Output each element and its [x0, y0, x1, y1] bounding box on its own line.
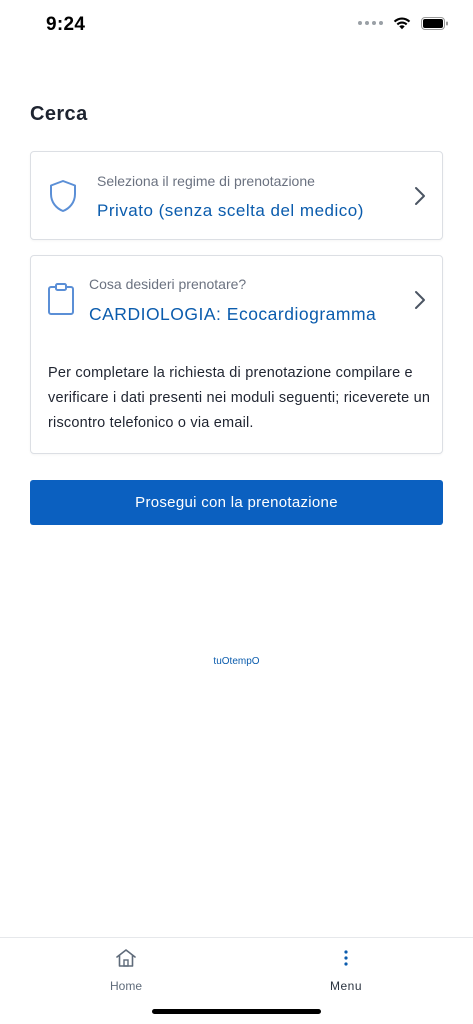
more-vertical-icon: [344, 950, 348, 966]
tab-home-label: Home: [109, 979, 142, 993]
chevron-right-icon[interactable]: [414, 290, 426, 310]
status-bar: 9:24: [0, 0, 473, 50]
home-indicator: [152, 1009, 321, 1014]
booking-regime-label: Seleziona il regime di prenotazione: [97, 173, 315, 189]
wifi-icon: [393, 17, 411, 30]
brand-logo: tuOtempO: [213, 656, 260, 667]
home-icon: [116, 949, 136, 967]
booking-service-value[interactable]: CARDIOLOGIA: Ecocardiogramma: [89, 304, 376, 325]
booking-service-label[interactable]: Cosa desideri prenotare?: [89, 276, 246, 292]
booking-regime-card[interactable]: Seleziona il regime di prenotazione Priv…: [30, 151, 443, 240]
tab-menu[interactable]: Menu: [301, 948, 391, 993]
shield-icon: [50, 180, 76, 212]
continue-booking-button[interactable]: Prosegui con la prenotazione: [30, 480, 443, 525]
tab-home[interactable]: Home: [81, 948, 171, 993]
booking-service-card: Cosa desideri prenotare? CARDIOLOGIA: Ec…: [30, 255, 443, 454]
battery-icon: [421, 16, 448, 30]
clipboard-icon: [48, 283, 74, 315]
chevron-right-icon: [415, 187, 425, 205]
booking-regime-value: Privato (senza scelta del medico): [97, 201, 364, 220]
booking-instructions: Per completare la richiesta di prenotazi…: [48, 365, 431, 431]
tab-menu-label: Menu: [329, 979, 363, 993]
signal-icon: [358, 21, 383, 25]
status-icons: [358, 16, 449, 30]
page-title: Cerca: [30, 103, 88, 125]
status-time: 9:24: [46, 14, 86, 35]
